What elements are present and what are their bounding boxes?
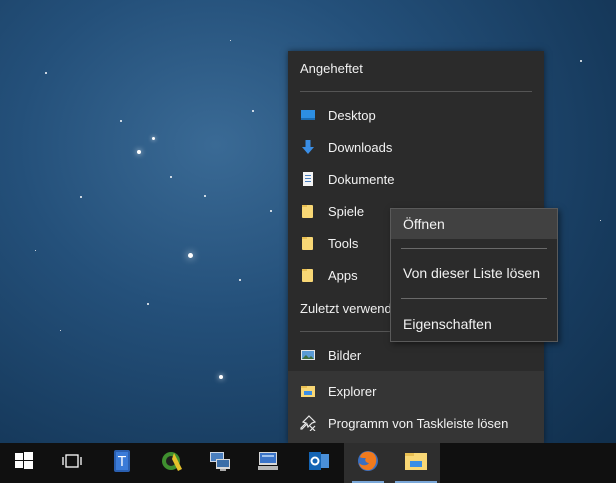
desktop-icon (300, 107, 316, 123)
firefox-icon (356, 449, 380, 478)
jumplist-item-label: Tools (328, 235, 359, 251)
separator (401, 298, 547, 299)
jumplist-item-bilder[interactable]: Bilder (288, 339, 544, 371)
jumplist-item-label: Dokumente (328, 171, 395, 187)
jumplist-item-label: Programm von Taskleiste lösen (328, 415, 509, 431)
windows-start-icon (15, 451, 33, 475)
svg-text:T: T (117, 455, 126, 470)
tools-app-icon: T (111, 449, 133, 478)
taskbar-app-network[interactable] (196, 443, 244, 483)
jumplist-item-label: Apps (328, 267, 358, 283)
taskbar-app-green[interactable] (148, 443, 196, 483)
recent-header: Zuletzt verwende (300, 301, 399, 316)
taskbar-app-outlook[interactable] (295, 443, 343, 483)
pinned-header: Angeheftet (300, 61, 363, 76)
taskbar-app-file-explorer[interactable] (392, 443, 440, 483)
jumplist-task-explorer[interactable]: Explorer (288, 375, 544, 407)
context-item-unpin-from-list[interactable]: Von dieser Liste lösen (391, 258, 557, 288)
green-app-icon (160, 449, 184, 478)
taskbar-app-tools[interactable]: T (98, 443, 146, 483)
start-button[interactable] (0, 443, 48, 483)
download-arrow-icon (300, 139, 316, 155)
jumplist-tasks: Explorer Programm von Taskleiste lösen (288, 371, 544, 443)
jumplist-item-label: Downloads (328, 139, 393, 155)
taskbar-app-firefox[interactable] (344, 443, 392, 483)
jumplist-item-label: Spiele (328, 203, 365, 219)
jumplist-task-unpin[interactable]: Programm von Taskleiste lösen (288, 407, 544, 439)
jumplist-item-label: Bilder (328, 347, 362, 363)
remote-desktop-icon (256, 449, 280, 478)
folder-icon (300, 235, 316, 251)
network-computer-icon (208, 449, 232, 478)
unpin-icon (300, 415, 317, 432)
folder-icon (300, 267, 316, 283)
task-view-icon (62, 453, 82, 474)
separator (300, 91, 532, 92)
taskbar-app-remote-desktop[interactable] (244, 443, 292, 483)
jumplist-item-dokumente[interactable]: Dokumente (288, 163, 544, 195)
context-item-properties[interactable]: Eigenschaften (391, 309, 557, 339)
folder-icon (300, 203, 316, 219)
jumplist-item-label: Explorer (328, 383, 377, 399)
outlook-icon (307, 449, 331, 478)
context-menu: Öffnen Von dieser Liste lösen Eigenschaf… (390, 208, 558, 342)
separator (401, 248, 547, 249)
document-icon (300, 171, 316, 187)
jumplist-item-label: Desktop (328, 107, 376, 123)
pictures-icon (300, 347, 316, 363)
context-item-open[interactable]: Öffnen (391, 209, 557, 239)
taskbar: T (0, 443, 616, 483)
task-view-button[interactable] (48, 443, 96, 483)
file-explorer-icon (404, 450, 428, 477)
jumplist-item-desktop[interactable]: Desktop (288, 99, 544, 131)
jumplist-item-downloads[interactable]: Downloads (288, 131, 544, 163)
file-explorer-icon (300, 383, 316, 399)
